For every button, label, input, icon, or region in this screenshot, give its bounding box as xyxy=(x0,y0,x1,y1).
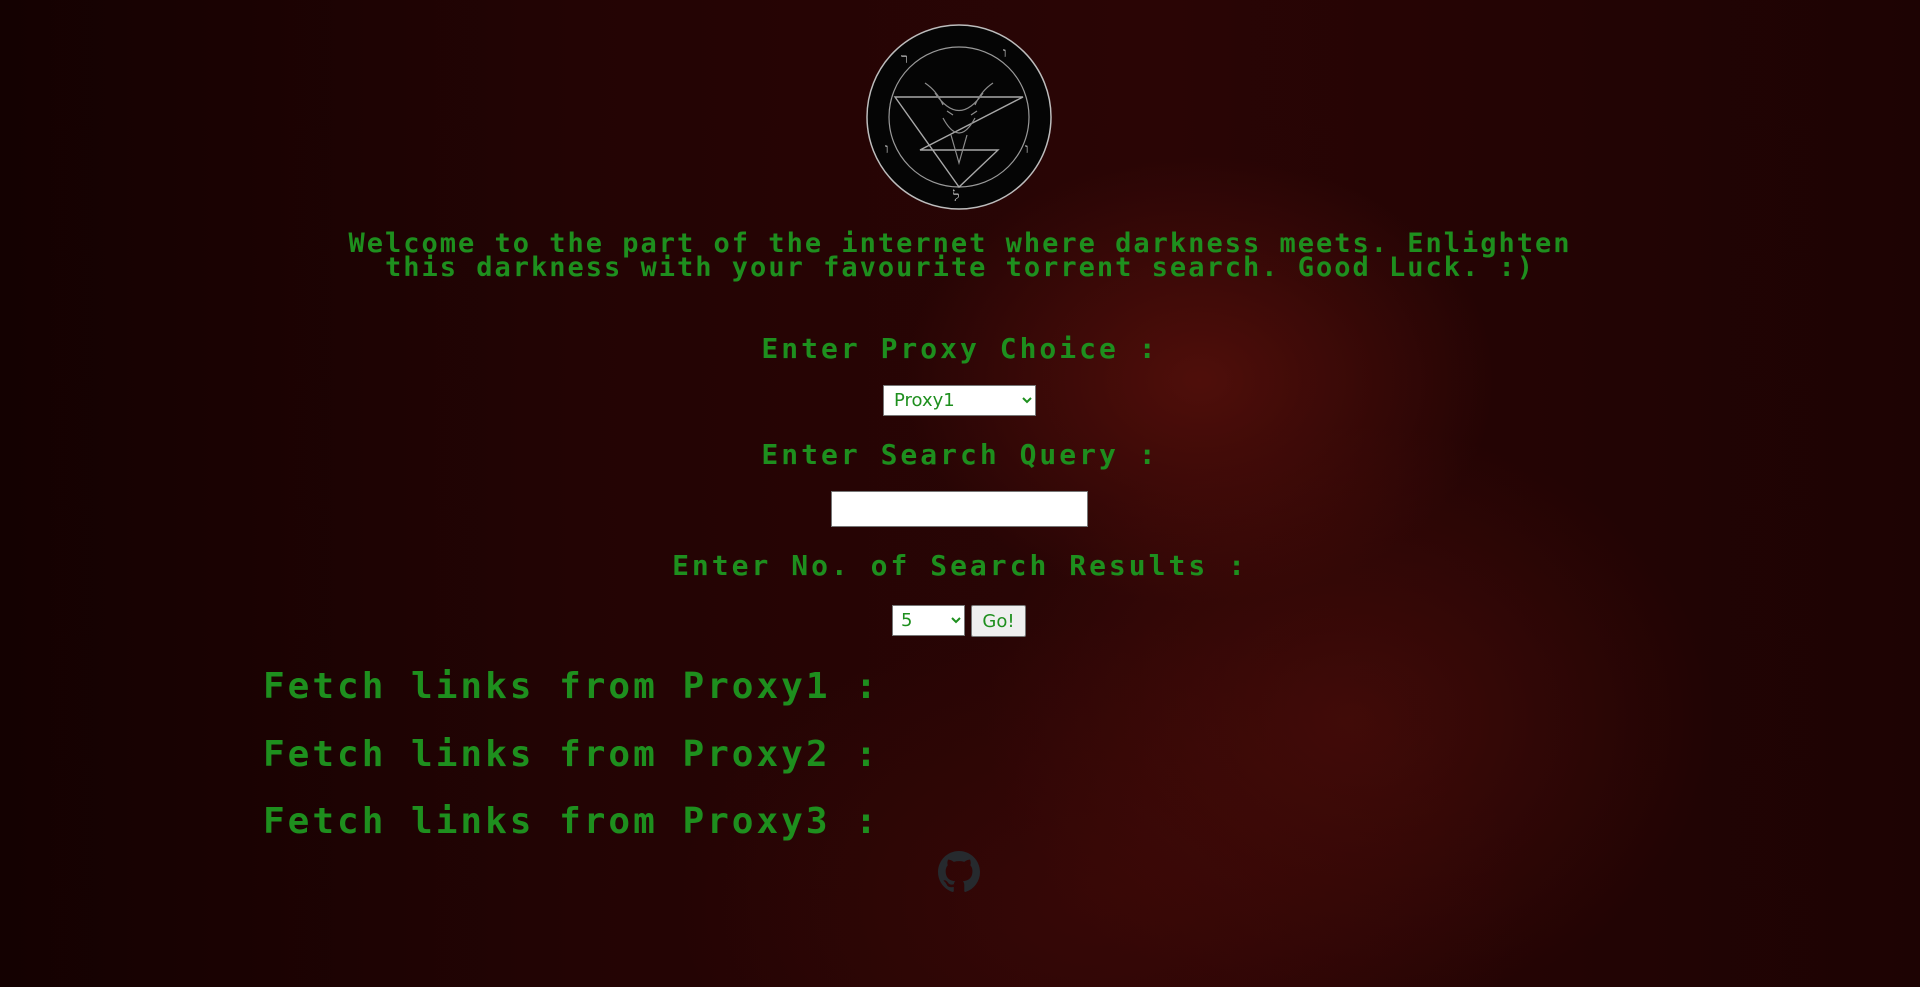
svg-text:ל: ל xyxy=(952,189,960,205)
search-query-label: Enter Search Query : xyxy=(761,438,1159,471)
search-query-input[interactable] xyxy=(831,491,1088,527)
fetch-links-proxy3[interactable]: Fetch links from Proxy3 : xyxy=(263,801,880,842)
proxy-select[interactable]: Proxy1 xyxy=(883,385,1036,416)
page: ר ו ו ו ל Welcome to the part of the int… xyxy=(0,0,1920,987)
svg-text:ו: ו xyxy=(1003,45,1007,61)
welcome-message: Welcome to the part of the internet wher… xyxy=(240,230,1680,283)
proxy-choice-label: Enter Proxy Choice : xyxy=(761,332,1159,365)
svg-text:ר: ר xyxy=(901,51,908,67)
result-count-label: Enter No. of Search Results : xyxy=(672,549,1248,582)
github-icon[interactable] xyxy=(938,851,980,893)
result-count-select[interactable]: 5 xyxy=(892,605,965,636)
pentagram-goat-seal-icon: ר ו ו ו ל xyxy=(866,24,1052,210)
fetch-links-proxy1[interactable]: Fetch links from Proxy1 : xyxy=(263,666,880,707)
svg-text:ו: ו xyxy=(1025,141,1029,157)
svg-text:ו: ו xyxy=(885,141,889,157)
welcome-line-2: this darkness with your favourite torren… xyxy=(384,252,1536,283)
go-button[interactable]: Go! xyxy=(971,605,1026,637)
fetch-links-proxy2[interactable]: Fetch links from Proxy2 : xyxy=(263,734,880,775)
